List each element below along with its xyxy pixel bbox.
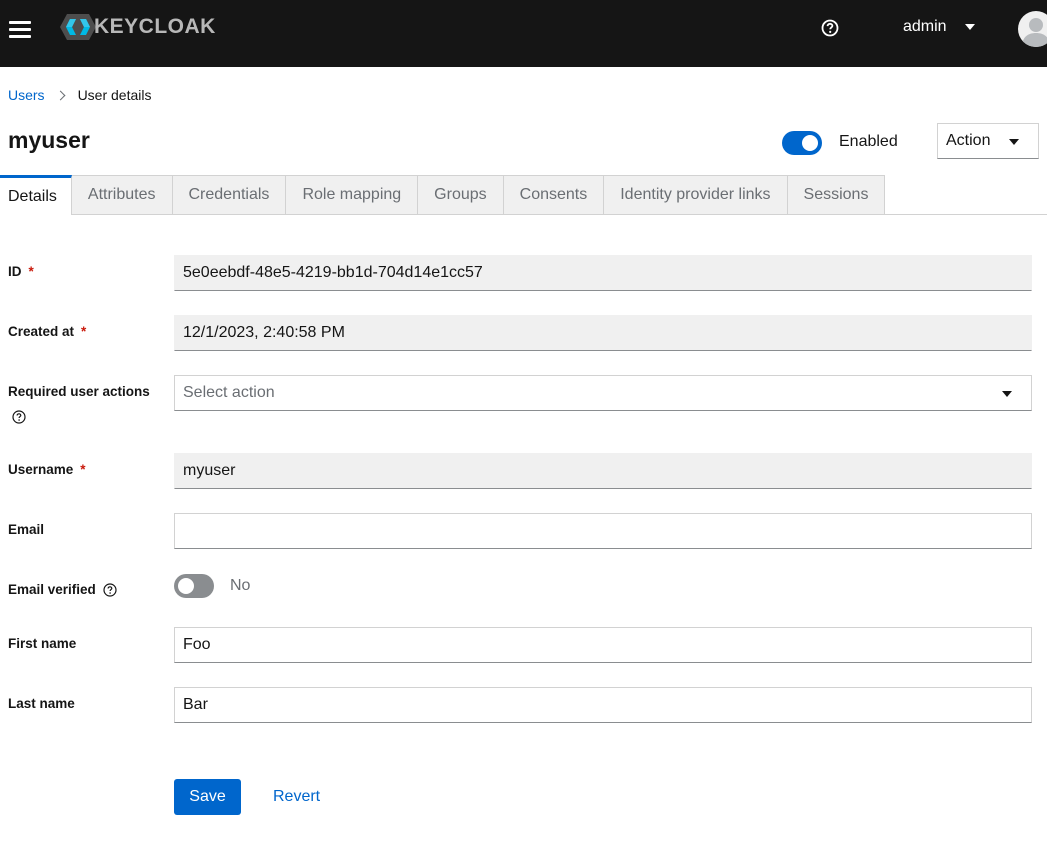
- email-verified-toggle[interactable]: [174, 574, 214, 598]
- email-field[interactable]: [174, 513, 1032, 549]
- tab-identity-provider-links[interactable]: Identity provider links: [604, 175, 788, 214]
- action-dropdown[interactable]: Action: [937, 123, 1039, 159]
- first-name-value: Foo: [183, 636, 211, 653]
- username-label-text: Username: [8, 462, 74, 477]
- help-circle-icon[interactable]: [12, 410, 26, 424]
- tab-attributes[interactable]: Attributes: [71, 175, 173, 214]
- first-name-label: First name: [8, 636, 76, 651]
- hamburger-icon[interactable]: [9, 19, 31, 39]
- breadcrumb-current: User details: [77, 87, 152, 103]
- user-dropdown[interactable]: admin: [903, 18, 975, 36]
- keycloak-logo-icon: [60, 14, 96, 40]
- tab-details[interactable]: Details: [0, 175, 72, 215]
- toggle-knob: [802, 135, 818, 151]
- help-circle-icon[interactable]: [821, 19, 839, 37]
- action-label: Action: [946, 132, 991, 149]
- last-name-label-text: Last name: [8, 696, 75, 711]
- tab-bar: Details Attributes Credentials Role mapp…: [0, 175, 1047, 215]
- created-at-field[interactable]: 12/1/2023, 2:40:58 PM: [174, 315, 1032, 351]
- email-label: Email: [8, 522, 44, 537]
- brand-name: KEYCLOAK: [94, 15, 216, 38]
- breadcrumb: Users User details: [8, 87, 151, 103]
- tab-consents[interactable]: Consents: [503, 175, 605, 214]
- revert-button[interactable]: Revert: [273, 779, 320, 815]
- first-name-label-text: First name: [8, 636, 77, 651]
- id-label: ID *: [8, 264, 34, 279]
- first-name-field[interactable]: Foo: [174, 627, 1032, 663]
- masthead: KEYCLOAK admin: [0, 0, 1047, 67]
- created-at-label-text: Created at: [8, 324, 75, 339]
- caret-down-icon: [964, 24, 975, 30]
- email-verified-label: Email verified: [8, 582, 117, 597]
- created-at-label: Created at *: [8, 324, 86, 339]
- tab-sessions[interactable]: Sessions: [787, 175, 886, 214]
- help-circle-icon[interactable]: [103, 582, 117, 597]
- user-avatar-icon[interactable]: [1018, 11, 1047, 47]
- tab-role-mapping[interactable]: Role mapping: [286, 175, 419, 214]
- username-label: admin: [903, 18, 947, 35]
- chevron-right-icon: [55, 90, 66, 100]
- last-name-field[interactable]: Bar: [174, 687, 1032, 723]
- page-title: myuser: [8, 127, 90, 153]
- id-label-text: ID: [8, 264, 22, 279]
- enabled-label: Enabled: [839, 133, 898, 150]
- save-button[interactable]: Save: [174, 779, 241, 815]
- required-actions-select[interactable]: Select action: [174, 375, 1032, 411]
- breadcrumb-users-link[interactable]: Users: [8, 87, 45, 103]
- email-verified-label-text: Email verified: [8, 582, 96, 597]
- required-mark: *: [80, 462, 86, 477]
- created-at-value: 12/1/2023, 2:40:58 PM: [183, 324, 345, 341]
- toggle-knob: [178, 578, 194, 594]
- last-name-label: Last name: [8, 696, 75, 711]
- username-field[interactable]: myuser: [174, 453, 1032, 489]
- required-actions-label: Required user actions: [8, 384, 150, 399]
- tab-groups[interactable]: Groups: [418, 175, 504, 214]
- caret-down-icon: [1009, 139, 1019, 145]
- email-label-text: Email: [8, 522, 45, 537]
- required-mark: *: [81, 324, 87, 339]
- id-value: 5e0eebdf-48e5-4219-bb1d-704d14e1cc57: [183, 264, 483, 281]
- enabled-toggle[interactable]: [782, 131, 822, 155]
- tab-credentials[interactable]: Credentials: [172, 175, 287, 214]
- caret-down-icon: [1002, 391, 1012, 397]
- required-mark: *: [28, 264, 34, 279]
- username-label: Username *: [8, 462, 86, 477]
- username-value: myuser: [183, 462, 236, 479]
- id-field[interactable]: 5e0eebdf-48e5-4219-bb1d-704d14e1cc57: [174, 255, 1032, 291]
- required-actions-label-text: Required user actions: [8, 384, 150, 399]
- keycloak-logo[interactable]: KEYCLOAK: [60, 13, 216, 41]
- required-actions-placeholder: Select action: [183, 384, 275, 401]
- last-name-value: Bar: [183, 696, 208, 713]
- email-verified-value: No: [230, 577, 251, 594]
